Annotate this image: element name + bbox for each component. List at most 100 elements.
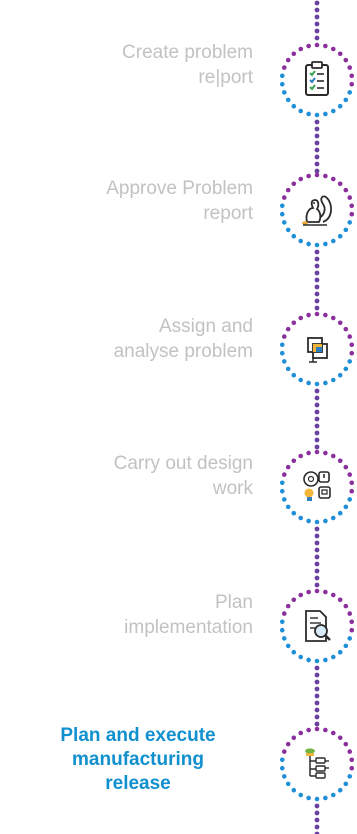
connector-dot [314,140,320,146]
ring-dot [279,350,285,356]
ring-dot [306,795,311,801]
connector-dot [314,416,320,422]
ring-dot [343,57,349,63]
step-node-plan-implementation[interactable] [279,588,355,664]
step-node-carry-out-design-work[interactable] [279,449,355,525]
ring-dot [291,372,297,378]
connector-dot [314,0,320,6]
ring-dot [314,112,320,118]
ring-dot [347,611,353,616]
step-label-create-problem-report[interactable]: Create problem re|port [13,40,253,90]
ring-dot [281,90,287,95]
hierarchy-tree-icon [305,748,329,779]
ring-dot [347,220,353,225]
ring-dot [343,227,349,233]
ring-dot [347,334,353,339]
ring-dot [349,350,355,356]
ring-dot [337,649,343,655]
ring-dot [291,787,297,793]
connector-dot [314,568,320,574]
connector-dot [314,249,320,255]
connector-dot [314,263,320,269]
step-label-plan-implementation[interactable]: Plan implementation [13,590,253,640]
ring-dot [337,787,343,793]
ring-dot [347,497,353,502]
ring-dot [279,81,285,87]
step-node-create-problem-report[interactable] [279,42,355,118]
ring-dot [330,108,336,114]
ring-dot [298,515,304,521]
ring-dot [349,73,355,79]
step-label-line: re|port [198,67,253,88]
ring-dot [314,449,320,455]
connector-dot [314,270,320,276]
step-node-plan-and-execute-manufacturing-release[interactable] [279,726,355,802]
ring-dot [281,472,287,477]
dotted-ring [279,449,355,525]
ring-dot [298,176,304,182]
ring-dot [306,657,311,663]
ring-dot [330,654,336,660]
ring-dot [285,464,291,470]
connector-dot [314,291,320,297]
ring-dot [279,757,285,763]
ring-dot [279,619,285,625]
ring-dot [279,73,285,79]
ring-dot [337,372,343,378]
step-label-line: Approve Problem [106,178,253,199]
ring-dot [349,342,355,348]
step-label-approve-problem-report[interactable]: Approve Problem report [13,176,253,226]
ring-dot [314,42,320,48]
ring-dot [330,515,336,521]
ring-dot [298,315,304,321]
ring-dot [330,238,336,244]
ring-dot [343,97,349,103]
step-label-carry-out-design-work[interactable]: Carry out design work [13,451,253,501]
ring-dot [349,480,355,486]
clipboard-checklist-icon [305,61,329,96]
step-label-assign-and-analyse-problem[interactable]: Assign and analyse problem [13,314,253,364]
ring-dot [343,464,349,470]
ring-dot [337,233,343,239]
ring-dot [306,450,311,456]
step-label-line: Carry out design [113,453,253,474]
document-magnifier-icon [305,610,331,642]
ring-dot [281,334,287,339]
ring-dot [306,111,311,117]
ring-dot [314,726,320,732]
ring-dot [314,588,320,594]
ring-dot [347,636,353,641]
ring-dot [323,241,328,247]
ring-dot [281,220,287,225]
ring-dot [343,326,349,332]
step-label-line: Create problem [122,42,253,63]
step-node-assign-and-analyse-problem[interactable] [279,311,355,387]
connector-dot [314,388,320,394]
connector-dot [314,582,320,588]
connector-dot [314,395,320,401]
ring-dot [314,172,320,178]
ring-dot [298,46,304,52]
ring-dot [298,238,304,244]
connector-dot [314,168,320,174]
step-node-approve-problem-report[interactable] [279,172,355,248]
connector-dot [314,810,320,816]
ring-dot [330,315,336,321]
ring-dot [314,658,320,664]
step-label-plan-and-execute-manufacturing-release[interactable]: Plan and execute manufacturing release [28,724,248,796]
ring-dot [337,735,343,741]
ring-dot [306,589,311,595]
ring-dot [323,795,328,801]
connector-dot [314,533,320,539]
connector-dot [314,700,320,706]
connector-dot [314,817,320,823]
ring-dot [306,43,311,49]
step-label-line: Plan and execute [60,725,216,746]
connector-dot [314,126,320,132]
ring-dot [314,381,320,387]
ring-dot [347,749,353,754]
ring-dot [298,108,304,114]
ring-dot [347,65,353,70]
connector-dot [314,444,320,450]
ring-dot [349,619,355,625]
